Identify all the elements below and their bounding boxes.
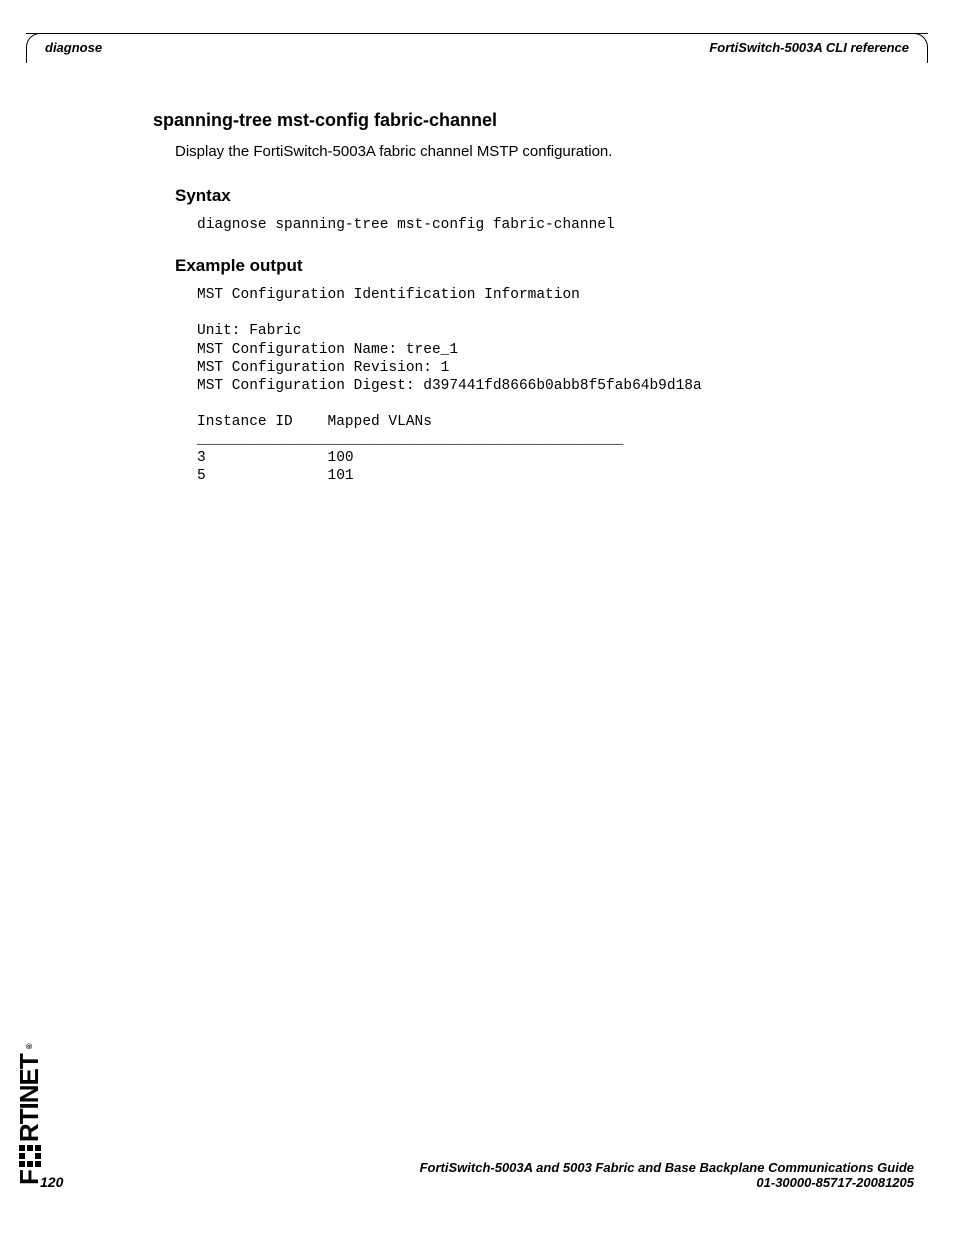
section-description: Display the FortiSwitch-5003A fabric cha… bbox=[175, 143, 894, 160]
header-left-label: diagnose bbox=[45, 40, 102, 55]
header-right-label: FortiSwitch-5003A CLI reference bbox=[709, 40, 909, 55]
logo-text-rest: RTINET bbox=[14, 1054, 45, 1142]
logo-icon bbox=[19, 1145, 41, 1167]
header-right-curve bbox=[914, 33, 928, 63]
header-rule bbox=[26, 33, 928, 34]
footer: FortiSwitch-5003A and 5003 Fabric and Ba… bbox=[40, 1160, 914, 1190]
section-title: spanning-tree mst-config fabric-channel bbox=[153, 110, 894, 131]
syntax-command: diagnose spanning-tree mst-config fabric… bbox=[197, 216, 894, 234]
example-heading: Example output bbox=[175, 256, 894, 276]
content-area: spanning-tree mst-config fabric-channel … bbox=[153, 110, 894, 508]
page: diagnose FortiSwitch-5003A CLI reference… bbox=[0, 0, 954, 1235]
syntax-heading: Syntax bbox=[175, 186, 894, 206]
example-output: MST Configuration Identification Informa… bbox=[197, 286, 894, 485]
page-number: 120 bbox=[40, 1174, 63, 1190]
header-left-curve bbox=[26, 33, 40, 63]
footer-doc-id: 01-30000-85717-20081205 bbox=[40, 1175, 914, 1190]
logo-trademark: ® bbox=[25, 1044, 34, 1049]
footer-guide-title: FortiSwitch-5003A and 5003 Fabric and Ba… bbox=[40, 1160, 914, 1175]
